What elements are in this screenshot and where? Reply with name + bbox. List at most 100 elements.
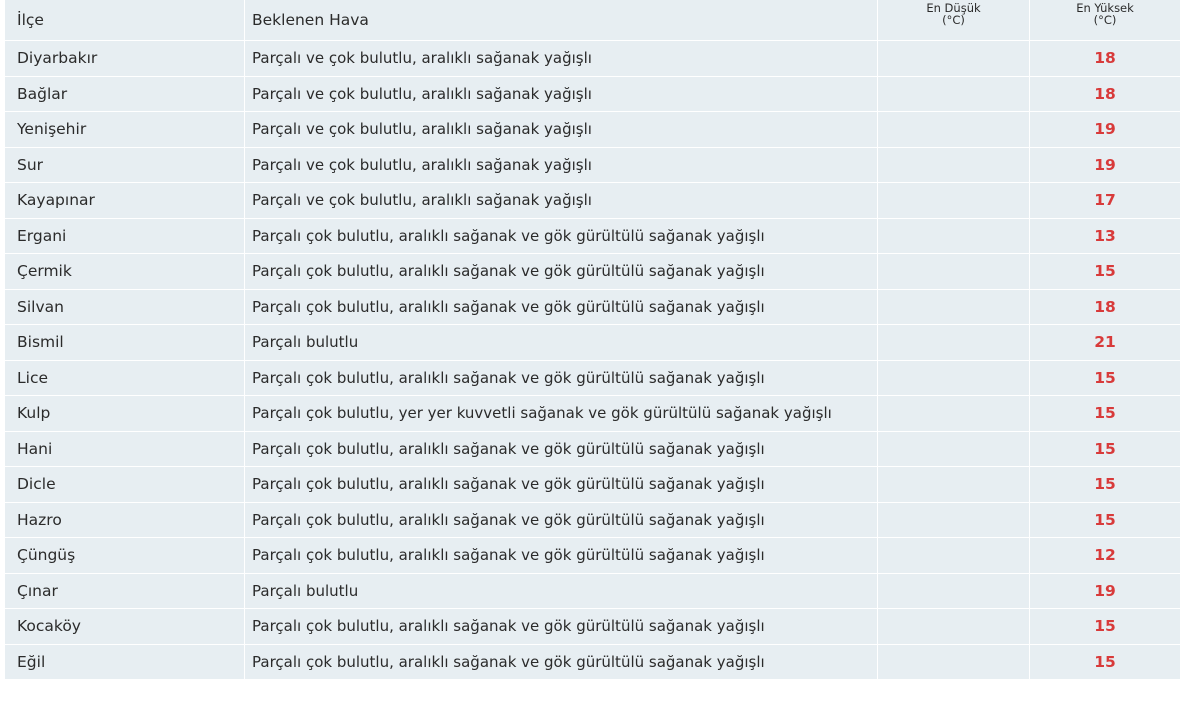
table-row: Diyarbakır Parçalı ve çok bulutlu, aralık…: [5, 41, 1180, 77]
ilce-cell: Yenişehir: [5, 112, 244, 148]
ilce-cell: Çermik: [5, 254, 244, 290]
ilce-cell: Kayapınar: [5, 183, 244, 219]
max-temp-cell: 15: [1029, 467, 1180, 503]
weather-cell: Parçalı ve çok bulutlu, aralıklı sağanak…: [244, 183, 877, 219]
ilce-cell: Bağlar: [5, 76, 244, 112]
ilce-cell: Çüngüş: [5, 538, 244, 574]
table-row: Çüngüş Parçalı çok bulutlu, aralıklı sağa…: [5, 538, 1180, 574]
min-temp-cell: [877, 112, 1029, 148]
ilce-cell: Ergani: [5, 218, 244, 254]
min-temp-cell: [877, 41, 1029, 77]
max-temp-cell: 18: [1029, 41, 1180, 77]
max-temp-cell: 18: [1029, 289, 1180, 325]
table-row: Lice Parçalı çok bulutlu, aralıklı sağana…: [5, 360, 1180, 396]
min-temp-cell: [877, 289, 1029, 325]
forecast-table-container: İlçe Beklenen Hava En Düşük (°C) En Yüks…: [5, 0, 1180, 680]
max-temp-cell: 19: [1029, 147, 1180, 183]
ilce-cell: Kulp: [5, 396, 244, 432]
ilce-cell: Çınar: [5, 573, 244, 609]
max-temp-cell: 12: [1029, 538, 1180, 574]
weather-cell: Parçalı çok bulutlu, aralıklı sağanak ve…: [244, 360, 877, 396]
weather-cell: Parçalı bulutlu: [244, 325, 877, 361]
weather-cell: Parçalı çok bulutlu, aralıklı sağanak ve…: [244, 538, 877, 574]
min-temp-cell: [877, 183, 1029, 219]
weather-cell: Parçalı ve çok bulutlu, aralıklı sağanak…: [244, 112, 877, 148]
ilce-cell: Kocaköy: [5, 609, 244, 645]
ilce-cell: Silvan: [5, 289, 244, 325]
min-temp-cell: [877, 147, 1029, 183]
min-temp-cell: [877, 609, 1029, 645]
table-row: Bağlar Parçalı ve çok bulutlu, aralıklı s…: [5, 76, 1180, 112]
min-temp-cell: [877, 218, 1029, 254]
min-temp-cell: [877, 573, 1029, 609]
header-en-dusuk[interactable]: En Düşük (°C): [877, 0, 1029, 41]
table-row: Çermik Parçalı çok bulutlu, aralıklı sağa…: [5, 254, 1180, 290]
ilce-cell: Sur: [5, 147, 244, 183]
weather-cell: Parçalı ve çok bulutlu, aralıklı sağanak…: [244, 147, 877, 183]
table-row: Dicle Parçalı çok bulutlu, aralıklı sağan…: [5, 467, 1180, 503]
min-temp-cell: [877, 431, 1029, 467]
max-temp-cell: 18: [1029, 76, 1180, 112]
min-temp-cell: [877, 76, 1029, 112]
max-temp-cell: 21: [1029, 325, 1180, 361]
table-row: Kayapınar Parçalı ve çok bulutlu, aralıkl…: [5, 183, 1180, 219]
min-temp-cell: [877, 396, 1029, 432]
weather-cell: Parçalı çok bulutlu, yer yer kuvvetli sa…: [244, 396, 877, 432]
header-en-dusuk-unit: (°C): [942, 13, 965, 27]
max-temp-cell: 13: [1029, 218, 1180, 254]
header-beklenen-hava[interactable]: Beklenen Hava: [244, 0, 877, 41]
ilce-cell: Hazro: [5, 502, 244, 538]
min-temp-cell: [877, 254, 1029, 290]
max-temp-cell: 15: [1029, 502, 1180, 538]
max-temp-cell: 17: [1029, 183, 1180, 219]
max-temp-cell: 15: [1029, 609, 1180, 645]
table-row: Kocaköy Parçalı çok bulutlu, aralıklı sağ…: [5, 609, 1180, 645]
ilce-cell: Eğil: [5, 644, 244, 680]
max-temp-cell: 15: [1029, 431, 1180, 467]
ilce-cell: Bismil: [5, 325, 244, 361]
header-ilce[interactable]: İlçe: [5, 0, 244, 41]
table-row: Bismil Parçalı bulutlu 21: [5, 325, 1180, 361]
table-row: Hani Parçalı çok bulutlu, aralıklı sağana…: [5, 431, 1180, 467]
weather-cell: Parçalı çok bulutlu, aralıklı sağanak ve…: [244, 644, 877, 680]
header-en-yuksek[interactable]: En Yüksek (°C): [1029, 0, 1180, 41]
table-body: Diyarbakır Parçalı ve çok bulutlu, aralık…: [5, 41, 1180, 680]
weather-cell: Parçalı çok bulutlu, aralıklı sağanak ve…: [244, 502, 877, 538]
header-en-yuksek-unit: (°C): [1093, 13, 1117, 27]
ilce-cell: Hani: [5, 431, 244, 467]
weather-cell: Parçalı ve çok bulutlu, aralıklı sağanak…: [244, 76, 877, 112]
weather-cell: Parçalı çok bulutlu, aralıklı sağanak ve…: [244, 218, 877, 254]
max-temp-cell: 15: [1029, 396, 1180, 432]
min-temp-cell: [877, 360, 1029, 396]
weather-cell: Parçalı çok bulutlu, aralıklı sağanak ve…: [244, 254, 877, 290]
weather-cell: Parçalı ve çok bulutlu, aralıklı sağanak…: [244, 41, 877, 77]
weather-cell: Parçalı çok bulutlu, aralıklı sağanak ve…: [244, 609, 877, 645]
table-header-row: İlçe Beklenen Hava En Düşük (°C) En Yüks…: [5, 0, 1180, 41]
table-row: Yenişehir Parçalı ve çok bulutlu, aralıkl…: [5, 112, 1180, 148]
min-temp-cell: [877, 502, 1029, 538]
max-temp-cell: 15: [1029, 644, 1180, 680]
table-row: Ergani Parçalı çok bulutlu, aralıklı sağa…: [5, 218, 1180, 254]
weather-cell: Parçalı çok bulutlu, aralıklı sağanak ve…: [244, 289, 877, 325]
min-temp-cell: [877, 325, 1029, 361]
ilce-cell: Dicle: [5, 467, 244, 503]
table-row: Kulp Parçalı çok bulutlu, yer yer kuvvetl…: [5, 396, 1180, 432]
table-row: Silvan Parçalı çok bulutlu, aralıklı sağa…: [5, 289, 1180, 325]
min-temp-cell: [877, 467, 1029, 503]
ilce-cell: Lice: [5, 360, 244, 396]
ilce-cell: Diyarbakır: [5, 41, 244, 77]
max-temp-cell: 15: [1029, 360, 1180, 396]
max-temp-cell: 15: [1029, 254, 1180, 290]
table-row: Çınar Parçalı bulutlu 19: [5, 573, 1180, 609]
table-row: Hazro Parçalı çok bulutlu, aralıklı sağan…: [5, 502, 1180, 538]
forecast-table: İlçe Beklenen Hava En Düşük (°C) En Yüks…: [5, 0, 1180, 680]
max-temp-cell: 19: [1029, 573, 1180, 609]
max-temp-cell: 19: [1029, 112, 1180, 148]
min-temp-cell: [877, 538, 1029, 574]
min-temp-cell: [877, 644, 1029, 680]
weather-cell: Parçalı çok bulutlu, aralıklı sağanak ve…: [244, 467, 877, 503]
table-row: Sur Parçalı ve çok bulutlu, aralıklı sağa…: [5, 147, 1180, 183]
weather-cell: Parçalı bulutlu: [244, 573, 877, 609]
table-row: Eğil Parçalı çok bulutlu, aralıklı sağana…: [5, 644, 1180, 680]
weather-cell: Parçalı çok bulutlu, aralıklı sağanak ve…: [244, 431, 877, 467]
